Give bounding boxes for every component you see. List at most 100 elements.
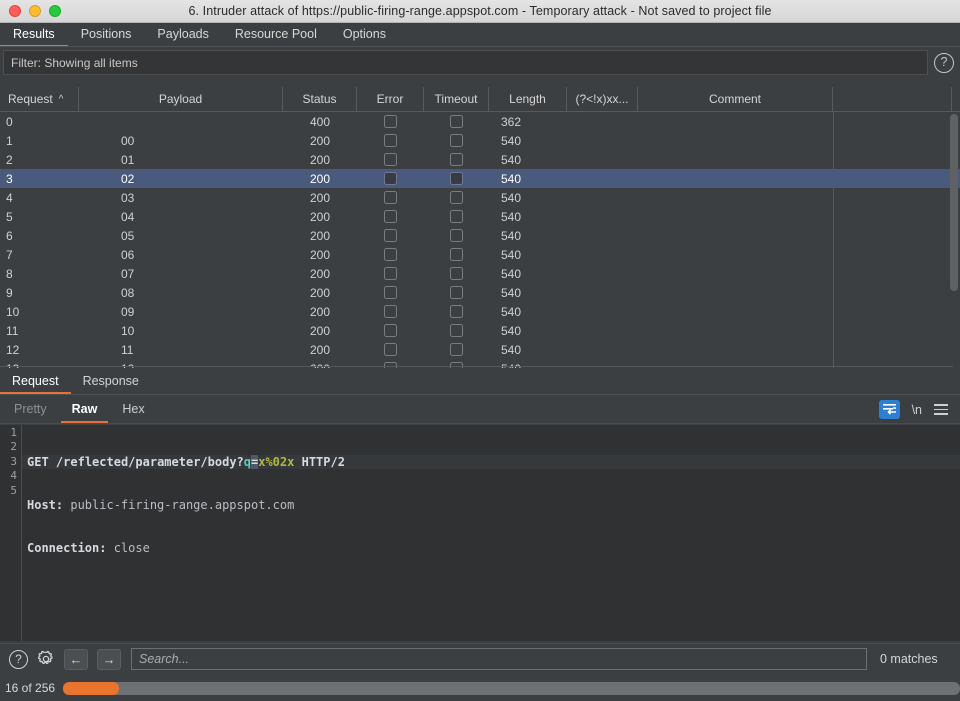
tab-positions[interactable]: Positions <box>68 23 145 47</box>
error-checkbox[interactable] <box>384 210 397 223</box>
cell-length: 540 <box>489 226 567 245</box>
table-row[interactable]: 706200540 <box>0 245 960 264</box>
cell-comment <box>638 340 833 359</box>
error-checkbox[interactable] <box>384 153 397 166</box>
timeout-checkbox[interactable] <box>450 210 463 223</box>
timeout-checkbox[interactable] <box>450 172 463 185</box>
editor-content[interactable]: GET /reflected/parameter/body?q=x%02x HT… <box>22 425 960 641</box>
tab-pretty[interactable]: Pretty <box>3 396 58 423</box>
tab-hex[interactable]: Hex <box>111 396 155 423</box>
timeout-checkbox[interactable] <box>450 248 463 261</box>
error-checkbox[interactable] <box>384 267 397 280</box>
column-header-comment[interactable]: Comment <box>638 87 833 111</box>
space <box>49 455 56 469</box>
error-checkbox[interactable] <box>384 172 397 185</box>
cell-request: 1 <box>0 131 79 150</box>
timeout-checkbox[interactable] <box>450 362 463 368</box>
timeout-checkbox[interactable] <box>450 324 463 337</box>
tab-options[interactable]: Options <box>330 23 399 47</box>
search-input[interactable]: Search... <box>131 648 867 670</box>
error-checkbox[interactable] <box>384 286 397 299</box>
tab-resource-pool[interactable]: Resource Pool <box>222 23 330 47</box>
cell-regex-match <box>567 321 638 340</box>
error-checkbox[interactable] <box>384 191 397 204</box>
table-row[interactable]: 1211200540 <box>0 340 960 359</box>
table-row[interactable]: 908200540 <box>0 283 960 302</box>
cell-request: 5 <box>0 207 79 226</box>
timeout-checkbox[interactable] <box>450 305 463 318</box>
error-checkbox[interactable] <box>384 362 397 368</box>
table-row[interactable]: 807200540 <box>0 264 960 283</box>
results-vertical-scrollbar[interactable] <box>950 114 958 352</box>
column-header-x-xx[interactable]: (?<!x)xx... <box>567 87 638 111</box>
table-row[interactable]: 403200540 <box>0 188 960 207</box>
timeout-checkbox[interactable] <box>450 134 463 147</box>
cell-regex-match <box>567 131 638 150</box>
timeout-checkbox[interactable] <box>450 267 463 280</box>
cell-status: 400 <box>283 112 357 131</box>
filter-help-icon[interactable]: ? <box>934 53 954 73</box>
results-table-body: 0400362100200540201200540302200540403200… <box>0 112 960 368</box>
column-header-error[interactable]: Error <box>357 87 424 111</box>
error-checkbox[interactable] <box>384 134 397 147</box>
timeout-checkbox[interactable] <box>450 229 463 242</box>
column-header-status[interactable]: Status <box>283 87 357 111</box>
hamburger-menu-icon[interactable] <box>934 404 948 415</box>
error-checkbox[interactable] <box>384 305 397 318</box>
column-header-timeout[interactable]: Timeout <box>424 87 489 111</box>
tab-payloads[interactable]: Payloads <box>144 23 221 47</box>
request-editor[interactable]: 12345 GET /reflected/parameter/body?q=x%… <box>0 425 960 641</box>
cell-empty <box>833 321 952 340</box>
column-header-payload[interactable]: Payload <box>79 87 283 111</box>
cell-empty <box>833 283 952 302</box>
tab-results[interactable]: Results <box>0 23 68 47</box>
error-checkbox[interactable] <box>384 229 397 242</box>
newline-indicator[interactable]: \n <box>912 403 922 417</box>
filter-input[interactable]: Filter: Showing all items <box>3 50 928 75</box>
cell-length: 540 <box>489 302 567 321</box>
word-wrap-icon[interactable] <box>879 400 900 419</box>
cell-timeout <box>424 131 489 150</box>
cell-empty <box>833 340 952 359</box>
cell-status: 200 <box>283 150 357 169</box>
timeout-checkbox[interactable] <box>450 153 463 166</box>
column-header-request[interactable]: Request^ <box>0 87 79 111</box>
timeout-checkbox[interactable] <box>450 343 463 356</box>
tab-response[interactable]: Response <box>71 370 151 394</box>
editor-line-number: 2 <box>0 440 21 454</box>
request-path: /reflected/parameter/body? <box>56 455 244 469</box>
editor-line-number: 3 <box>0 455 21 469</box>
cell-length: 362 <box>489 112 567 131</box>
table-row[interactable]: 605200540 <box>0 226 960 245</box>
gear-icon[interactable] <box>36 650 55 669</box>
cell-payload: 05 <box>79 226 283 245</box>
cell-error <box>357 150 424 169</box>
timeout-checkbox[interactable] <box>450 191 463 204</box>
table-row[interactable]: 0400362 <box>0 112 960 131</box>
timeout-checkbox[interactable] <box>450 286 463 299</box>
tab-request[interactable]: Request <box>0 370 71 394</box>
table-row[interactable]: 302200540 <box>0 169 960 188</box>
column-header-label: Timeout <box>435 92 478 106</box>
search-prev-button[interactable]: ← <box>64 649 88 670</box>
table-row[interactable]: 1110200540 <box>0 321 960 340</box>
timeout-checkbox[interactable] <box>450 115 463 128</box>
cell-comment <box>638 112 833 131</box>
table-row[interactable]: 1009200540 <box>0 302 960 321</box>
column-header-length[interactable]: Length <box>489 87 567 111</box>
scrollbar-thumb[interactable] <box>950 114 958 291</box>
error-checkbox[interactable] <box>384 343 397 356</box>
table-row[interactable]: 504200540 <box>0 207 960 226</box>
table-row[interactable]: 100200540 <box>0 131 960 150</box>
tab-raw[interactable]: Raw <box>61 396 109 423</box>
table-row[interactable]: 201200540 <box>0 150 960 169</box>
error-checkbox[interactable] <box>384 115 397 128</box>
cell-request: 11 <box>0 321 79 340</box>
column-header-empty[interactable] <box>833 87 952 111</box>
error-checkbox[interactable] <box>384 248 397 261</box>
error-checkbox[interactable] <box>384 324 397 337</box>
attack-status-bar: 16 of 256 <box>0 675 960 701</box>
help-icon[interactable]: ? <box>9 650 28 669</box>
cell-error <box>357 207 424 226</box>
search-next-button[interactable]: → <box>97 649 121 670</box>
